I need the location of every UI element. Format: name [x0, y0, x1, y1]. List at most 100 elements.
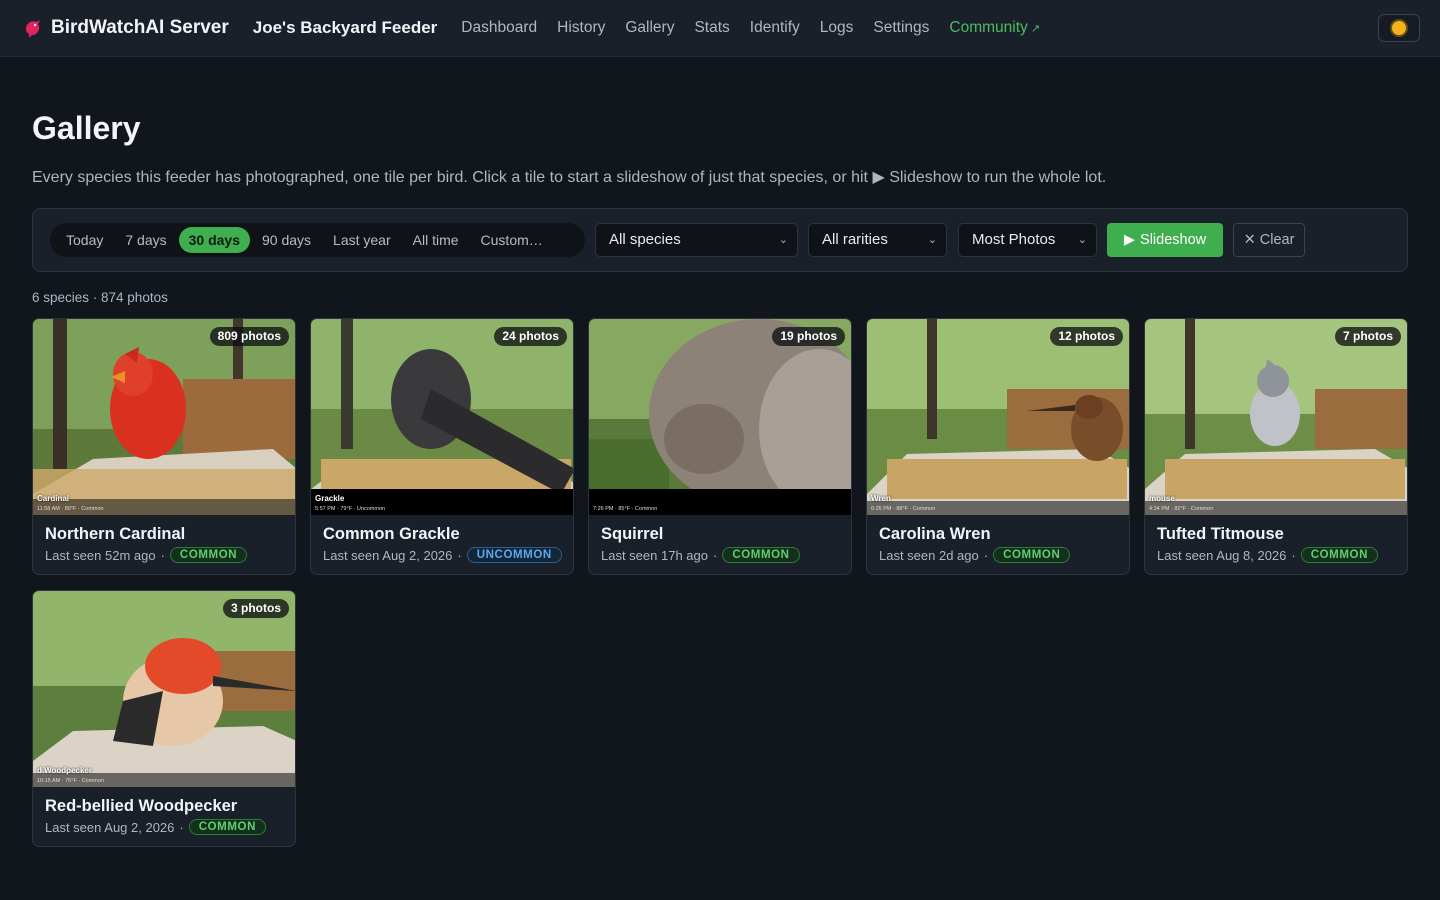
camera-sub: 6:26 PM · 88°F · Common [871, 506, 936, 512]
separator: · [983, 547, 989, 563]
species-meta: Last seen Aug 2, 2026 · COMMON [45, 819, 266, 835]
slideshow-label: Slideshow [1140, 232, 1207, 248]
species-photo: 12 photos Wren 6:26 PM · 88°F · Common [867, 319, 1129, 515]
separator: · [1291, 547, 1296, 563]
rarity-badge: COMMON [1300, 547, 1378, 563]
photo-count-badge: 7 photos [1335, 327, 1401, 346]
nav-stats[interactable]: Stats [694, 19, 729, 37]
top-navbar: BirdWatchAI Server Joe's Backyard Feeder… [0, 0, 1440, 57]
last-seen: Last seen Aug 2, 2026 [323, 547, 453, 563]
rarity-badge: COMMON [722, 547, 800, 563]
species-name: Squirrel [601, 525, 664, 543]
species-card[interactable]: 809 photos Cardinal 11:58 AM · 89°F · Co… [32, 318, 296, 575]
separator: · [712, 547, 718, 563]
camera-label: Grackle [315, 494, 345, 503]
species-card[interactable]: 24 photos Grackle 5:57 PM · 79°F · Uncom… [310, 318, 574, 575]
rarity-select[interactable]: All rarities ⌄ [808, 223, 947, 257]
photo-count-badge: 809 photos [209, 327, 289, 346]
camera-sub: 10:15 AM · 76°F · Common [37, 778, 105, 784]
camera-sub: 5:57 PM · 79°F · Uncommon [315, 506, 386, 512]
chevron-down-icon: ⌄ [1077, 234, 1087, 246]
range-30-days[interactable]: 30 days [178, 227, 250, 253]
range-last-year[interactable]: Last year [323, 227, 401, 253]
theme-toggle-button[interactable] [1378, 14, 1420, 42]
species-name: Red-bellied Woodpecker [45, 797, 238, 815]
clear-label: Clear [1259, 232, 1295, 248]
species-card[interactable]: 3 photos d Woodpecker 10:15 AM · 76°F · … [32, 590, 296, 847]
species-meta: Last seen 2d ago · COMMON [879, 547, 1071, 563]
separator: · [457, 547, 462, 563]
camera-label: Cardinal [37, 494, 70, 503]
range-today[interactable]: Today [56, 227, 113, 253]
species-name: Carolina Wren [879, 525, 991, 543]
photo-count-badge: 12 photos [1050, 327, 1123, 346]
species-photo: 24 photos Grackle 5:57 PM · 79°F · Uncom… [311, 319, 573, 515]
photo-count-badge: 3 photos [223, 599, 289, 618]
species-select[interactable]: All species ⌄ [595, 223, 798, 257]
rarity-badge: UNCOMMON [466, 547, 562, 563]
species-meta: Last seen Aug 2, 2026 · UNCOMMON [323, 547, 562, 563]
community-label: Community [949, 19, 1028, 36]
species-name: Northern Cardinal [45, 525, 186, 543]
time-range-group: Today 7 days 30 days 90 days Last year A… [50, 223, 585, 257]
external-link-icon: ↗ [1030, 23, 1041, 35]
feeder-name[interactable]: Joe's Backyard Feeder [253, 18, 438, 38]
close-icon: ✕ [1243, 232, 1256, 248]
range-90-days[interactable]: 90 days [252, 227, 321, 253]
filter-bar: Today 7 days 30 days 90 days Last year A… [32, 208, 1408, 272]
range-all-time[interactable]: All time [403, 227, 469, 253]
brand-name: BirdWatchAI Server [51, 17, 229, 38]
camera-sub: 4:34 PM · 82°F · Common [1149, 506, 1214, 512]
rarity-select-value: All rarities [822, 231, 888, 248]
last-seen: Last seen 52m ago [45, 547, 156, 563]
nav-history[interactable]: History [557, 19, 605, 37]
last-seen: Last seen Aug 2, 2026 [45, 819, 175, 835]
species-meta: Last seen 52m ago · COMMON [45, 547, 248, 563]
last-seen: Last seen 2d ago [879, 547, 979, 563]
species-photo: 809 photos Cardinal 11:58 AM · 89°F · Co… [33, 319, 295, 515]
separator: · [160, 547, 165, 563]
range-custom[interactable]: Custom… [471, 227, 553, 253]
species-photo: 7 photos mouse 4:34 PM · 82°F · Common [1145, 319, 1407, 515]
nav-community[interactable]: Community ↗ [949, 19, 1040, 37]
camera-sub: 7:26 PM · 85°F · Common [593, 506, 658, 512]
species-select-value: All species [609, 231, 681, 248]
rarity-badge: COMMON [169, 547, 248, 563]
photo-count-badge: 24 photos [494, 327, 567, 346]
species-card[interactable]: 19 photos 7:26 PM · 85°F · Common Squirr… [588, 318, 852, 575]
separator: · [179, 819, 184, 835]
photo-count-badge: 19 photos [772, 327, 845, 346]
results-summary: 6 species · 874 photos [32, 290, 168, 305]
sun-icon [1392, 21, 1406, 35]
camera-label: d Woodpecker [37, 766, 92, 775]
chevron-down-icon: ⌄ [778, 234, 788, 246]
last-seen: Last seen Aug 8, 2026 [1157, 547, 1287, 563]
species-card[interactable]: 12 photos Wren 6:26 PM · 88°F · Common C… [866, 318, 1130, 575]
rarity-badge: COMMON [188, 819, 266, 835]
nav-settings[interactable]: Settings [873, 19, 929, 37]
last-seen: Last seen 17h ago [601, 547, 708, 563]
camera-label: Wren [871, 494, 891, 503]
species-photo: 19 photos 7:26 PM · 85°F · Common [589, 319, 851, 515]
species-name: Common Grackle [323, 525, 460, 543]
bird-logo-icon [26, 20, 40, 38]
species-card[interactable]: 7 photos mouse 4:34 PM · 82°F · Common T… [1144, 318, 1408, 575]
nav-links: Dashboard History Gallery Stats Identify… [461, 19, 1060, 37]
rarity-badge: COMMON [993, 547, 1071, 563]
sort-select-value: Most Photos [972, 231, 1056, 248]
play-icon: ▶ [1123, 232, 1136, 248]
nav-gallery[interactable]: Gallery [625, 19, 674, 37]
species-photo: 3 photos d Woodpecker 10:15 AM · 76°F · … [33, 591, 295, 787]
brand[interactable]: BirdWatchAI Server [22, 17, 229, 39]
species-meta: Last seen 17h ago · COMMON [601, 547, 800, 563]
chevron-down-icon: ⌄ [927, 234, 937, 246]
nav-logs[interactable]: Logs [820, 19, 854, 37]
range-7-days[interactable]: 7 days [115, 227, 176, 253]
nav-identify[interactable]: Identify [750, 19, 800, 37]
sort-select[interactable]: Most Photos ⌄ [958, 223, 1097, 257]
camera-sub: 11:58 AM · 89°F · Common [37, 506, 104, 512]
clear-button[interactable]: ✕ Clear [1233, 223, 1305, 257]
species-meta: Last seen Aug 8, 2026 · COMMON [1157, 547, 1378, 563]
slideshow-button[interactable]: ▶ Slideshow [1107, 223, 1223, 257]
nav-dashboard[interactable]: Dashboard [461, 19, 537, 37]
